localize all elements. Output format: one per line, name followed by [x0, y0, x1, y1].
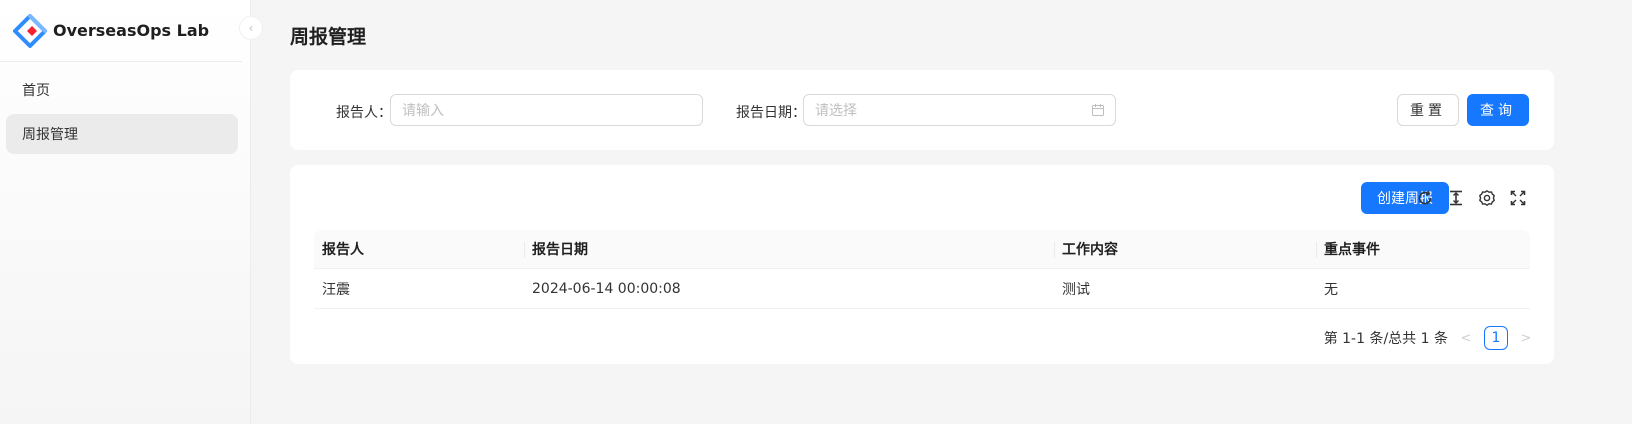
app-title: OverseasOps Lab [53, 21, 210, 40]
column-height-icon[interactable] [1447, 189, 1465, 207]
sidebar-item-weekly-reports[interactable]: 周报管理 [6, 114, 238, 154]
sidebar-item-label: 首页 [22, 83, 50, 99]
column-header-report-date: 报告日期 [524, 230, 1054, 268]
cell-work-content: 测试 [1062, 281, 1090, 298]
collapse-sidebar-button[interactable]: ‹ [239, 16, 263, 40]
cell-reporter: 汪震 [322, 281, 350, 298]
report-date-label: 报告日期： [736, 105, 806, 121]
cell-key-events: 无 [1324, 281, 1338, 298]
table-row[interactable]: 汪震 2024-06-14 00:00:08 测试 无 [314, 269, 1530, 309]
next-page-icon[interactable]: > [1520, 331, 1532, 346]
search-form: 报告人： 请输入 报告日期： 请选择 重置 查询 [290, 70, 1554, 150]
table-header: 报告人 报告日期 工作内容 重点事件 [314, 230, 1530, 269]
pagination-summary: 第 1-1 条/总共 1 条 [1323, 331, 1448, 347]
sidebar-item-label: 周报管理 [22, 127, 78, 143]
sidebar-item-home[interactable]: 首页 [6, 70, 238, 110]
column-header-reporter: 报告人 [322, 242, 364, 258]
reporter-input[interactable]: 请输入 [390, 94, 703, 126]
page-title: 周报管理 [290, 26, 367, 48]
column-header-work-content: 工作内容 [1054, 230, 1316, 268]
calendar-icon [1091, 103, 1105, 117]
sidebar: OverseasOps Lab 首页 周报管理 [0, 0, 251, 424]
page-number-button[interactable]: 1 [1484, 326, 1508, 350]
weekly-report-table: 报告人 报告日期 工作内容 重点事件 汪震 2024-06-14 00:00:0… [314, 230, 1530, 309]
cell-report-date: 2024-06-14 00:00:08 [532, 280, 681, 297]
chevron-left-icon: ‹ [248, 21, 254, 35]
column-header-key-events: 重点事件 [1316, 230, 1530, 268]
create-report-button[interactable]: 创建周报 [1361, 182, 1449, 214]
prev-page-icon[interactable]: < [1460, 331, 1472, 346]
sidebar-menu: 首页 周报管理 [0, 62, 250, 154]
setting-icon[interactable] [1478, 189, 1496, 207]
report-date-picker[interactable]: 请选择 [803, 94, 1116, 126]
logo-row: OverseasOps Lab [0, 0, 242, 62]
reporter-label: 报告人： [336, 105, 392, 121]
query-button[interactable]: 查询 [1467, 94, 1529, 126]
main-content: 周报管理 报告人： 请输入 报告日期： 请选择 重置 查询 创建周报 报告人 报… [252, 0, 1632, 424]
reload-icon[interactable] [1416, 189, 1434, 207]
pagination: 第 1-1 条/总共 1 条 < 1 > [1324, 326, 1532, 350]
reporter-placeholder: 请输入 [402, 103, 444, 119]
report-date-placeholder: 请选择 [815, 103, 857, 119]
fullscreen-icon[interactable] [1509, 189, 1527, 207]
reset-button[interactable]: 重置 [1397, 94, 1459, 126]
logo-icon [13, 13, 47, 48]
table-card: 创建周报 报告人 报告日期 工作内容 重点事件 汪震 2024-06-14 00… [290, 165, 1554, 364]
